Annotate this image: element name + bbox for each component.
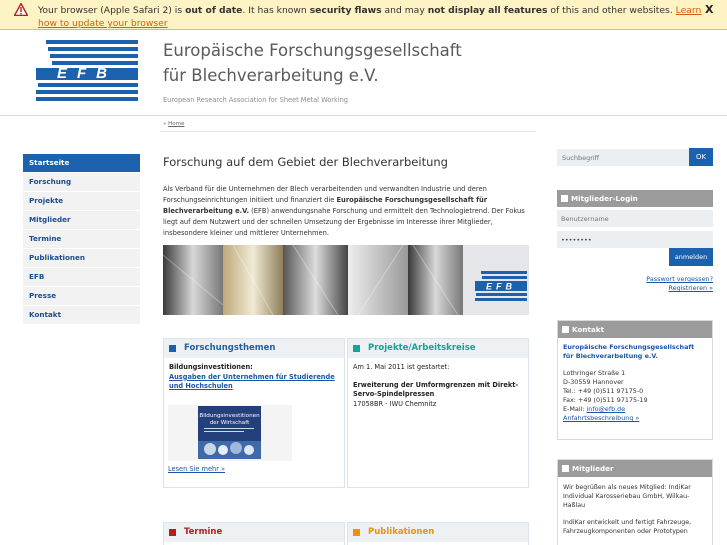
search-input[interactable] <box>557 149 689 166</box>
contact-panel: Kontakt Europäische Forschungsgesellscha… <box>557 320 713 440</box>
main-navigation: Startseite Forschung Projekte Mitglieder… <box>23 154 140 325</box>
project-start-date: Am 1. Mai 2011 ist gestartet: <box>353 363 450 371</box>
forgot-password-link[interactable]: Passwort vergessen? <box>646 275 713 283</box>
project-id: 17058BR - IWU Chemnitz <box>353 399 437 408</box>
square-bullet-icon <box>353 345 360 352</box>
square-bullet-icon <box>169 345 176 352</box>
member-login-header: Mitglieder-Login <box>557 190 713 207</box>
projects-header: Projekte/Arbeitskreise <box>348 339 528 358</box>
breadcrumb: » Home <box>163 121 185 127</box>
site-title-line2: für Blechverarbeitung e.V. <box>163 66 379 85</box>
header-divider <box>0 115 727 116</box>
contact-org-name: Europäische Forschungsgesellschaft für Bl… <box>563 343 695 360</box>
nav-item-mitglieder[interactable]: Mitglieder <box>23 211 140 230</box>
password-input[interactable] <box>557 231 713 248</box>
sheet-metal-banner-image: EFB <box>163 245 529 315</box>
intro-paragraph: Als Verband für die Unternehmen der Blec… <box>163 185 525 237</box>
svg-text:Bildungsinvestitionen: Bildungsinvestitionen <box>199 413 260 419</box>
nav-item-efb[interactable]: EFB <box>23 268 140 287</box>
events-header: Termine <box>164 523 344 542</box>
nav-item-termine[interactable]: Termine <box>23 230 140 249</box>
search-ok-button[interactable]: OK <box>689 148 713 166</box>
square-bullet-icon <box>562 326 569 333</box>
username-input[interactable] <box>557 210 713 227</box>
square-bullet-icon <box>561 195 568 202</box>
publications-header: Publikationen <box>348 523 528 542</box>
site-title-line1: Europäische Forschungsgesellschaft <box>163 41 462 60</box>
page-heading: Forschung auf dem Gebiet der Blechverarb… <box>163 155 448 169</box>
register-link[interactable]: Registrieren » <box>669 284 714 292</box>
directions-link[interactable]: Anfahrtsbeschreibung » <box>563 414 707 423</box>
contact-header: Kontakt <box>558 321 712 338</box>
square-bullet-icon <box>169 529 176 536</box>
contact-fax: Fax: +49 (0)511 97175-19 <box>563 396 648 404</box>
warning-text: Your browser (Apple Safari 2) is out of … <box>38 5 702 29</box>
browser-warning-bar: Your browser (Apple Safari 2) is out of … <box>0 0 727 30</box>
project-title: Erweiterung der Umformgrenzen mit Direkt… <box>353 380 519 399</box>
nav-item-forschung[interactable]: Forschung <box>23 173 140 192</box>
contact-email-link[interactable]: info@efb.de <box>587 405 626 413</box>
research-topics-header: Forschungsthemen <box>164 339 344 358</box>
projects-box: Projekte/Arbeitskreise Am 1. Mai 2011 is… <box>347 338 529 488</box>
nav-item-presse[interactable]: Presse <box>23 287 140 306</box>
svg-text:EFB: EFB <box>57 65 117 82</box>
contact-street: Lothringer Straße 1 <box>563 369 626 377</box>
events-box: Termine <box>163 522 345 545</box>
nav-item-kontakt[interactable]: Kontakt <box>23 306 140 325</box>
members-header: Mitglieder <box>558 460 712 477</box>
warning-icon <box>14 3 28 16</box>
efb-logo[interactable]: EFB <box>36 40 138 104</box>
svg-text:EFB: EFB <box>486 282 516 292</box>
square-bullet-icon <box>562 465 569 472</box>
publication-cover-image[interactable]: Bildungsinvestitionen der Wirtschaft <box>168 405 292 461</box>
read-more-link[interactable]: Lesen Sie mehr » <box>168 465 225 473</box>
contact-tel: Tel.: +49 (0)511 97175-0 <box>563 387 644 395</box>
new-member-text: Wir begrüßen als neues Mitglied: IndiKar… <box>563 484 691 509</box>
nav-item-publikationen[interactable]: Publikationen <box>23 249 140 268</box>
site-subtitle: European Research Association for Sheet … <box>163 96 348 104</box>
nav-item-projekte[interactable]: Projekte <box>23 192 140 211</box>
breadcrumb-divider <box>160 131 536 132</box>
breadcrumb-home-link[interactable]: Home <box>168 121 184 127</box>
nav-item-startseite[interactable]: Startseite <box>23 154 140 173</box>
svg-text:der Wirtschaft: der Wirtschaft <box>210 420 250 426</box>
contact-city: D-30559 Hannover <box>563 378 624 386</box>
member-description: IndiKar entwickelt und fertigt Fahrzeuge… <box>563 519 692 535</box>
contact-email-row: E-Mail: info@efb.de <box>563 405 626 413</box>
members-panel: Mitglieder Wir begrüßen als neues Mitgli… <box>557 459 713 545</box>
close-warning-button[interactable]: X <box>705 3 713 16</box>
topic-link[interactable]: Ausgaben der Unternehmen für Studierende… <box>169 373 339 392</box>
publications-box: Publikationen <box>347 522 529 545</box>
login-button[interactable]: anmelden <box>669 248 713 266</box>
topic-label: Bildungsinvestitionen: <box>169 363 253 371</box>
square-bullet-icon <box>353 529 360 536</box>
